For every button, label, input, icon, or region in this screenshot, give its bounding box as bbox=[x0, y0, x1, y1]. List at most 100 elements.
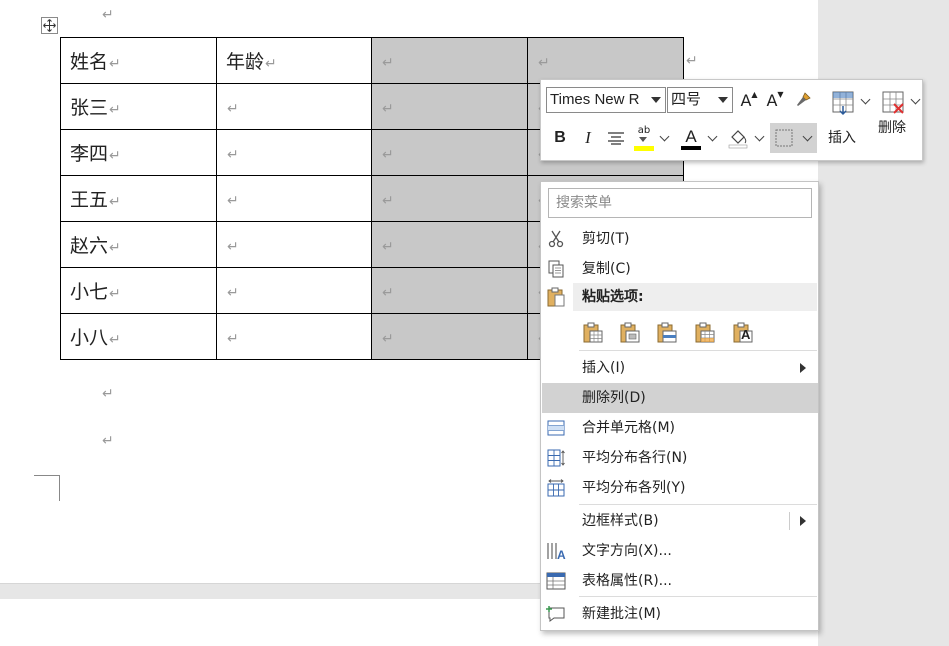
menu-item-border-styles[interactable]: 边框样式(B) bbox=[542, 506, 818, 536]
table-cell[interactable]: ↵ bbox=[216, 221, 372, 268]
cell-text: 小八 bbox=[70, 327, 109, 349]
cell-end-mark: ↵ bbox=[109, 56, 121, 72]
italic-button[interactable]: I bbox=[577, 126, 599, 150]
paste-insert-rows-icon[interactable] bbox=[692, 320, 718, 346]
table-cell[interactable]: 姓名↵ bbox=[60, 37, 217, 84]
paste-keep-source-icon[interactable] bbox=[580, 320, 606, 346]
menu-item-merge-cells[interactable]: 合并单元格(M) bbox=[542, 413, 818, 443]
clipboard-icon bbox=[546, 287, 566, 307]
table-cell[interactable]: ↵ bbox=[371, 175, 528, 222]
delete-label: 删除 bbox=[878, 120, 906, 136]
shading-button[interactable] bbox=[726, 126, 750, 150]
menu-item-insert[interactable]: 插入(I) bbox=[542, 353, 818, 383]
font-size-combo[interactable]: 四号 bbox=[667, 87, 733, 113]
menu-item-distribute-rows[interactable]: 平均分布各行(N) bbox=[542, 443, 818, 473]
submenu-arrow-icon bbox=[800, 363, 806, 373]
search-menu-input[interactable]: 搜索菜单 bbox=[548, 188, 812, 218]
menu-item-delete-column[interactable]: 删除列(D) bbox=[542, 383, 818, 413]
table-cell[interactable]: ↵ bbox=[371, 129, 528, 176]
table-cell[interactable]: 张三↵ bbox=[60, 83, 217, 130]
highlight-icon: ab bbox=[637, 124, 651, 136]
delete-dropdown-chevron-icon bbox=[910, 94, 921, 105]
cell-end-mark: ↵ bbox=[227, 238, 239, 255]
center-align-button[interactable] bbox=[604, 126, 628, 150]
font-color-icon: A bbox=[685, 126, 697, 146]
cell-text: 张三 bbox=[70, 97, 109, 119]
table-cell[interactable]: ↵ bbox=[216, 83, 372, 130]
cell-end-mark: ↵ bbox=[109, 102, 121, 118]
cell-text: 赵六 bbox=[70, 235, 109, 257]
menu-item-copy[interactable]: 复制(C) bbox=[542, 254, 818, 284]
cell-end-mark: ↵ bbox=[227, 284, 239, 301]
table-cell[interactable]: 赵六↵ bbox=[60, 221, 217, 268]
table-cell[interactable]: 李四↵ bbox=[60, 129, 217, 176]
cell-text: 李四 bbox=[70, 143, 109, 165]
new-comment-icon bbox=[546, 604, 566, 624]
page-margin-marker bbox=[34, 475, 60, 501]
cell-end-mark: ↵ bbox=[227, 192, 239, 209]
table-cell[interactable]: 年龄↵ bbox=[216, 37, 372, 84]
dropdown-arrow-icon bbox=[718, 97, 728, 103]
cell-end-mark: ↵ bbox=[382, 284, 394, 301]
format-painter-button[interactable] bbox=[792, 89, 814, 111]
delete-table-icon bbox=[882, 91, 904, 114]
shading-dropdown-chevron-icon[interactable] bbox=[754, 131, 765, 142]
table-cell[interactable]: ↵ bbox=[216, 267, 372, 314]
font-color-button[interactable]: A bbox=[679, 124, 703, 152]
dropdown-arrow-icon bbox=[651, 97, 661, 103]
row-end-mark: ↵ bbox=[686, 53, 698, 69]
font-name-combo[interactable]: Times New R bbox=[546, 87, 666, 113]
table-cell[interactable]: ↵ bbox=[371, 83, 528, 130]
table-cell[interactable]: 王五↵ bbox=[60, 175, 217, 222]
cell-end-mark: ↵ bbox=[227, 146, 239, 163]
menu-item-text-direction[interactable]: A 文字方向(X)... bbox=[542, 536, 818, 566]
paste-merge-table-icon[interactable] bbox=[654, 320, 680, 346]
table-cell[interactable]: ↵ bbox=[216, 175, 372, 222]
table-row: 姓名↵ 年龄↵ ↵ ↵ bbox=[60, 37, 684, 84]
center-align-icon bbox=[608, 132, 624, 145]
table-cell[interactable]: ↵ bbox=[216, 129, 372, 176]
mini-toolbar: Times New R 四号 A ▲ A ▼ B I ab A 插入 删除 bbox=[540, 79, 923, 161]
cell-end-mark: ↵ bbox=[109, 240, 121, 256]
cell-end-mark: ↵ bbox=[227, 100, 239, 117]
font-color-dropdown-chevron-icon[interactable] bbox=[707, 131, 718, 142]
menu-item-distribute-columns[interactable]: 平均分布各列(Y) bbox=[542, 473, 818, 503]
grow-font-button[interactable]: A ▲ bbox=[739, 89, 759, 111]
table-cell[interactable]: ↵ bbox=[371, 221, 528, 268]
table-cell[interactable]: ↵ bbox=[371, 37, 528, 84]
cell-end-mark: ↵ bbox=[109, 332, 121, 348]
table-move-handle-icon[interactable] bbox=[41, 17, 58, 34]
paste-nest-table-icon[interactable] bbox=[617, 320, 643, 346]
cell-text: 年龄 bbox=[226, 51, 265, 73]
paint-bucket-icon bbox=[728, 130, 748, 149]
table-cell[interactable]: ↵ bbox=[371, 267, 528, 314]
highlight-dropdown-chevron-icon[interactable] bbox=[659, 131, 670, 142]
table-cell[interactable]: ↵ bbox=[527, 37, 684, 84]
cell-end-mark: ↵ bbox=[382, 100, 394, 117]
menu-item-table-properties[interactable]: 表格属性(R)... bbox=[542, 566, 818, 596]
table-cell[interactable]: 小八↵ bbox=[60, 313, 217, 360]
table-cell[interactable]: ↵ bbox=[216, 313, 372, 360]
menu-item-cut[interactable]: 剪切(T) bbox=[542, 224, 818, 254]
highlight-button[interactable]: ab bbox=[632, 124, 656, 152]
search-placeholder: 搜索菜单 bbox=[556, 195, 612, 211]
copy-icon bbox=[546, 259, 566, 279]
cell-end-mark: ↵ bbox=[382, 54, 394, 71]
distribute-columns-icon bbox=[546, 478, 566, 498]
cell-end-mark: ↵ bbox=[109, 148, 121, 164]
insert-dropdown-chevron-icon bbox=[860, 94, 871, 105]
insert-table-button[interactable] bbox=[831, 88, 873, 124]
cell-text: 姓名 bbox=[70, 51, 109, 73]
cell-end-mark: ↵ bbox=[109, 194, 121, 210]
shrink-font-button[interactable]: A ▼ bbox=[765, 89, 785, 111]
table-cell[interactable]: ↵ bbox=[371, 313, 528, 360]
borders-button[interactable] bbox=[770, 123, 817, 153]
menu-item-new-comment[interactable]: 新建批注(M) bbox=[542, 599, 818, 629]
paste-text-only-icon[interactable]: A bbox=[730, 320, 756, 346]
table-cell[interactable]: 小七↵ bbox=[60, 267, 217, 314]
insert-table-icon bbox=[832, 91, 854, 116]
cell-text: 小七 bbox=[70, 281, 109, 303]
menu-separator bbox=[579, 504, 817, 505]
bold-button[interactable]: B bbox=[549, 126, 571, 150]
context-menu: 搜索菜单 剪切(T) 复制(C) 粘贴选项: A 插入(I) 删除列(D) 合并… bbox=[540, 181, 819, 631]
